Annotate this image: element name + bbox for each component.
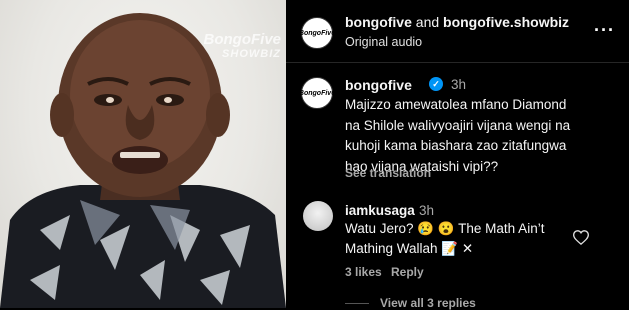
header-accounts: bongofive and bongofive.showbiz	[345, 14, 569, 30]
watermark-sub: SHOWBIZ	[222, 48, 281, 60]
comment-text: Watu Jero? 😢 😮 The Math Ain’t Mathing Wa…	[345, 221, 545, 256]
verified-badge-icon: ✓	[429, 77, 443, 91]
header-avatar[interactable]: BongoFive	[298, 17, 336, 49]
header-account-link-2[interactable]: bongofive.showbiz	[443, 14, 569, 30]
comment-likes-count[interactable]: 3 likes	[345, 265, 382, 279]
header-account-link-1[interactable]: bongofive	[345, 14, 412, 30]
header-and-text: and	[411, 14, 444, 30]
video-watermark: BongoFive SHOWBIZ	[161, 31, 282, 61]
see-translation-link[interactable]: See translation	[345, 166, 431, 180]
avatar-logo-text: BongoFive	[298, 29, 336, 37]
heart-outline-icon[interactable]	[573, 230, 589, 245]
audio-label[interactable]: Original audio	[345, 35, 422, 49]
comments-panel: BongoFive bongofive and bongofive.showbi…	[286, 0, 629, 310]
comment-reply-button[interactable]: Reply	[391, 265, 424, 279]
avatar-logo-text: BongoFive	[298, 89, 336, 97]
commenter-avatar[interactable]	[303, 201, 333, 231]
caption-username[interactable]: bongofive	[345, 77, 412, 93]
caption-text: Majizzo amewatolea mfano Diamond na Shil…	[345, 97, 571, 174]
video-media[interactable]: BongoFive SHOWBIZ	[0, 0, 286, 308]
caption-avatar[interactable]: BongoFive	[298, 77, 336, 109]
more-dots-icon[interactable]: ···	[594, 20, 615, 41]
comment-timestamp[interactable]: 3h	[419, 203, 434, 218]
caption-timestamp[interactable]: 3h	[451, 77, 466, 92]
view-replies-line	[345, 303, 369, 304]
watermark-brand: BongoFive	[203, 31, 282, 48]
header-divider	[286, 62, 629, 63]
comment-username[interactable]: iamkusaga	[345, 203, 415, 218]
